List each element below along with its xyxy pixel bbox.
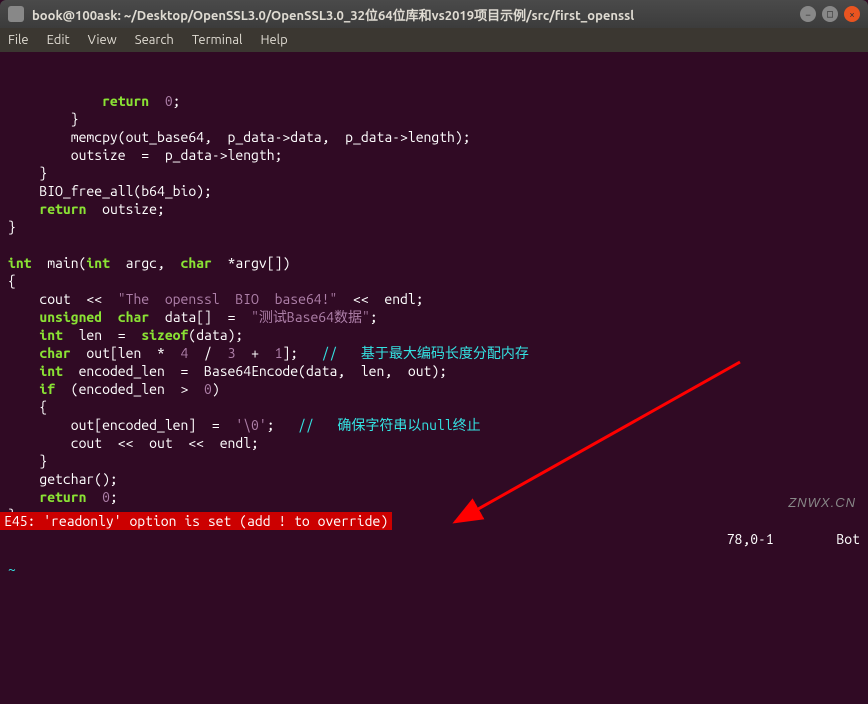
code-line: return 0; [8, 488, 860, 506]
app-icon [8, 6, 24, 22]
code-line: int main(int argc, char *argv[]) [8, 254, 860, 272]
menubar: File Edit View Search Terminal Help [0, 28, 868, 52]
maximize-button[interactable]: □ [822, 6, 838, 22]
watermark: ZNWX.CN [788, 494, 856, 512]
vim-status-line: E45: 'readonly' option is set (add ! to … [0, 512, 868, 530]
code-line: getchar(); [8, 470, 860, 488]
menu-view[interactable]: View [88, 33, 117, 47]
code-line: out[encoded_len] = '\0'; // 确保字符串以null终止 [8, 416, 860, 434]
minimize-button[interactable]: − [800, 6, 816, 22]
code-line: memcpy(out_base64, p_data->data, p_data-… [8, 128, 860, 146]
code-line: { [8, 272, 860, 290]
code-line: char out[len * 4 / 3 + 1]; // 基于最大编码长度分配… [8, 344, 860, 362]
code-line: outsize = p_data->length; [8, 146, 860, 164]
code-line: } [8, 452, 860, 470]
menu-terminal[interactable]: Terminal [192, 33, 243, 47]
code-line: int len = sizeof(data); [8, 326, 860, 344]
code-line: { [8, 398, 860, 416]
menu-file[interactable]: File [8, 33, 29, 47]
code-line: } [8, 110, 860, 128]
status-position: 78,0-1 Bot [680, 512, 868, 530]
code-line: int encoded_len = Base64Encode(data, len… [8, 362, 860, 380]
terminal-area[interactable]: return 0; } memcpy(out_base64, p_data->d… [0, 52, 868, 546]
menu-search[interactable]: Search [135, 33, 174, 47]
code-line: } [8, 218, 860, 236]
vim-tilde: ~ [8, 560, 860, 578]
code-line: if (encoded_len > 0) [8, 380, 860, 398]
menu-edit[interactable]: Edit [47, 33, 70, 47]
code-content: return 0; } memcpy(out_base64, p_data->d… [8, 92, 860, 524]
code-line: return outsize; [8, 200, 860, 218]
code-line: BIO_free_all(b64_bio); [8, 182, 860, 200]
code-line: unsigned char data[] = "测试Base64数据"; [8, 308, 860, 326]
code-line [8, 236, 860, 254]
menu-help[interactable]: Help [260, 33, 287, 47]
close-button[interactable]: × [844, 6, 860, 22]
code-line: cout << "The openssl BIO base64!" << end… [8, 290, 860, 308]
window-controls: − □ × [800, 6, 860, 22]
window-titlebar: book@100ask: ~/Desktop/OpenSSL3.0/OpenSS… [0, 0, 868, 28]
code-line: cout << out << endl; [8, 434, 860, 452]
code-line: return 0; [8, 92, 860, 110]
status-error-message: E45: 'readonly' option is set (add ! to … [0, 512, 392, 530]
code-line: } [8, 164, 860, 182]
window-title: book@100ask: ~/Desktop/OpenSSL3.0/OpenSS… [32, 5, 800, 24]
